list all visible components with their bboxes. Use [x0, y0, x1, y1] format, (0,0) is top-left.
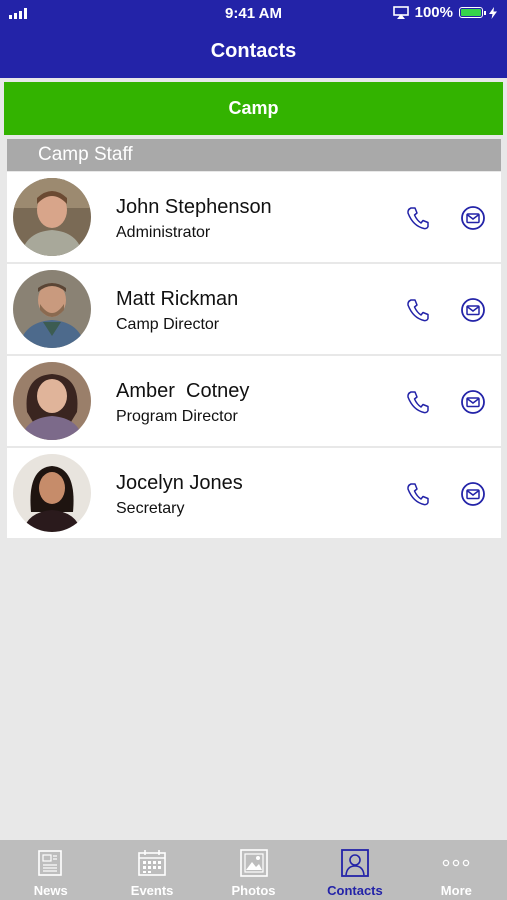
- airplay-icon: [392, 6, 409, 19]
- mail-icon[interactable]: [460, 481, 486, 507]
- tab-bar: News Events Photos Contacts More: [0, 840, 507, 900]
- contact-role: Secretary: [116, 500, 185, 517]
- avatar: [13, 454, 91, 532]
- newspaper-icon: [37, 850, 62, 876]
- contact-row[interactable]: Amber Cotney Program Director: [7, 356, 501, 446]
- mail-icon[interactable]: [460, 205, 486, 231]
- contact-role: Program Director: [116, 408, 238, 425]
- tab-label: Contacts: [327, 883, 383, 898]
- avatar: [13, 270, 91, 348]
- contact-row[interactable]: John Stephenson Administrator: [7, 172, 501, 262]
- tab-label: More: [440, 883, 472, 898]
- charging-icon: [489, 6, 497, 19]
- contact-list: John Stephenson Administrator Matt Rickm…: [7, 172, 501, 540]
- phone-icon[interactable]: [405, 481, 431, 507]
- avatar: [13, 362, 91, 440]
- status-bar: 9:41 AM 100%: [0, 0, 507, 28]
- mail-icon[interactable]: [460, 389, 486, 415]
- tab-label: Photos: [231, 883, 276, 898]
- contact-role: Administrator: [116, 224, 211, 241]
- calendar-icon: [138, 850, 166, 876]
- contact-name: Amber Cotney: [116, 380, 250, 402]
- section-header: Camp Staff: [7, 139, 501, 171]
- contact-name: John Stephenson: [116, 196, 272, 218]
- group-selector[interactable]: Camp: [4, 82, 503, 135]
- photo-icon: [239, 849, 268, 877]
- tab-contacts[interactable]: Contacts: [304, 840, 405, 900]
- avatar: [13, 178, 91, 256]
- mail-icon[interactable]: [460, 297, 486, 323]
- more-icon: [443, 859, 470, 867]
- tab-label: Events: [130, 883, 174, 898]
- contact-name: Matt Rickman: [116, 288, 239, 310]
- tab-label: News: [33, 883, 68, 898]
- battery-percent: 100%: [414, 4, 453, 21]
- tab-events[interactable]: Events: [101, 840, 202, 900]
- contact-row[interactable]: Matt Rickman Camp Director: [7, 264, 501, 354]
- app-header: 9:41 AM 100% Contacts: [0, 0, 507, 78]
- battery-icon: [459, 7, 486, 18]
- tab-more[interactable]: More: [406, 840, 507, 900]
- tab-news[interactable]: News: [0, 840, 101, 900]
- phone-icon[interactable]: [405, 389, 431, 415]
- contact-name: Jocelyn Jones: [116, 472, 243, 494]
- contact-role: Camp Director: [116, 316, 220, 333]
- tab-photos[interactable]: Photos: [203, 840, 304, 900]
- phone-icon[interactable]: [405, 205, 431, 231]
- contact-icon: [341, 849, 369, 877]
- page-title: Contacts: [210, 40, 297, 62]
- contact-row[interactable]: Jocelyn Jones Secretary: [7, 448, 501, 538]
- phone-icon[interactable]: [405, 297, 431, 323]
